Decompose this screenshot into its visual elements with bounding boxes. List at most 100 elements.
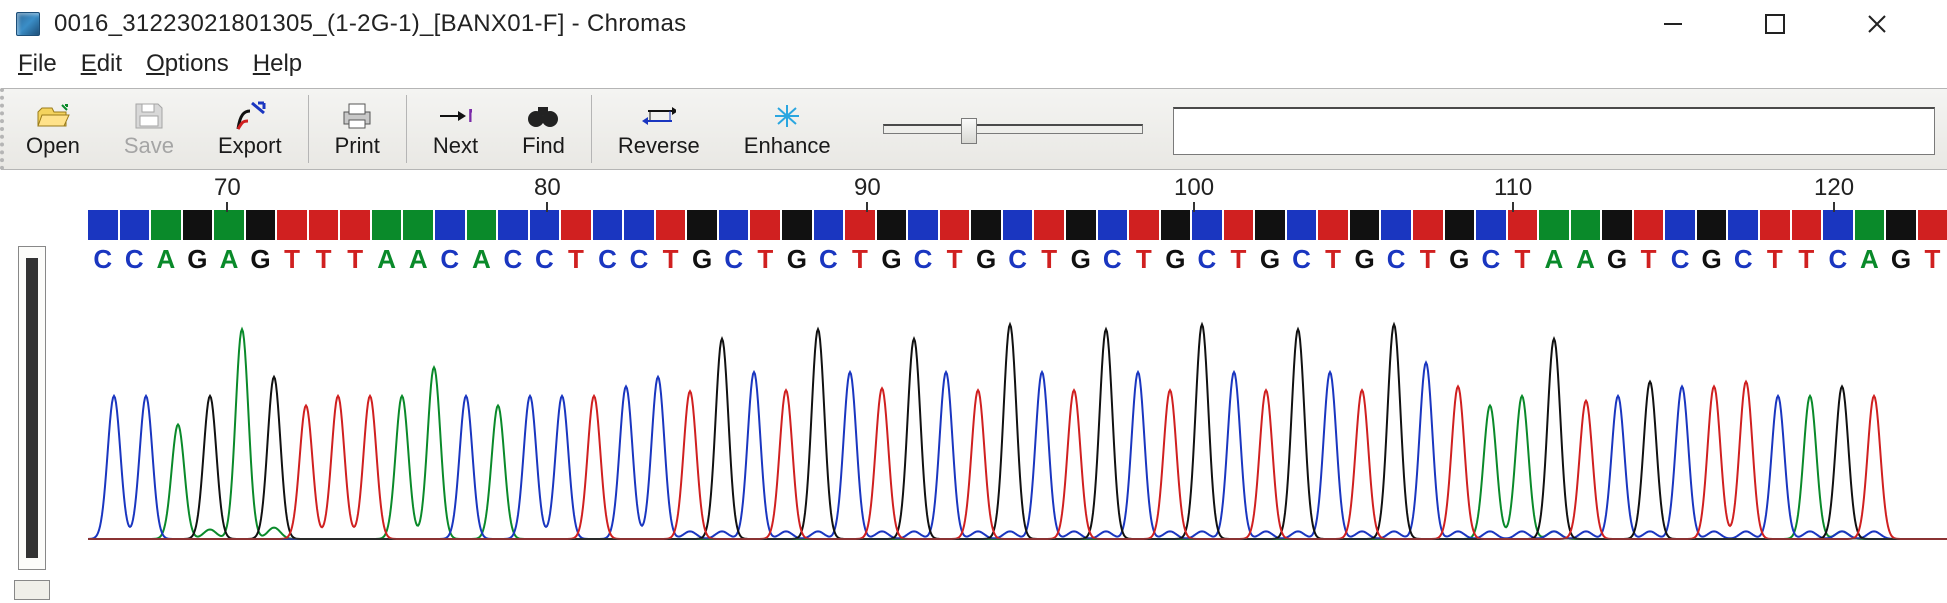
print-button[interactable]: Print <box>313 89 402 169</box>
base-call: A <box>372 244 402 275</box>
base-call: T <box>1792 244 1822 275</box>
next-n-icon: N <box>438 101 472 131</box>
quality-box <box>1255 210 1285 240</box>
base-call: T <box>1413 244 1443 275</box>
quality-box <box>435 210 465 240</box>
base-call: C <box>88 244 118 275</box>
base-call: G <box>1445 244 1475 275</box>
quality-box <box>403 210 433 240</box>
open-button[interactable]: Open <box>4 89 102 169</box>
base-call: T <box>845 244 875 275</box>
minimize-button[interactable] <box>1653 4 1693 44</box>
base-call: C <box>1192 244 1222 275</box>
base-call: T <box>656 244 686 275</box>
ruler-tick: 90 <box>854 174 881 202</box>
base-call: C <box>814 244 844 275</box>
save-button[interactable]: Save <box>102 89 196 169</box>
menu-help[interactable]: Help <box>253 50 302 78</box>
reverse-button[interactable]: Reverse <box>596 89 722 169</box>
quality-box <box>1381 210 1411 240</box>
quality-box <box>1508 210 1538 240</box>
base-call: G <box>183 244 213 275</box>
ruler-tick: 80 <box>534 174 561 202</box>
base-call: A <box>403 244 433 275</box>
base-call: G <box>1066 244 1096 275</box>
quality-box <box>1886 210 1916 240</box>
save-floppy-icon <box>132 101 166 131</box>
base-call: G <box>1350 244 1380 275</box>
toolbar: Open Save Export Print N Next Find <box>0 88 1947 170</box>
enhance-button[interactable]: Enhance <box>722 89 853 169</box>
print-label: Print <box>335 133 380 159</box>
quality-box <box>593 210 623 240</box>
ruler-tick: 110 <box>1494 174 1532 202</box>
base-call: A <box>151 244 181 275</box>
search-input[interactable] <box>1173 107 1935 155</box>
base-call: G <box>782 244 812 275</box>
quality-box <box>120 210 150 240</box>
quality-box <box>277 210 307 240</box>
menu-options[interactable]: Options <box>146 50 229 78</box>
quality-box <box>1066 210 1096 240</box>
base-call: C <box>498 244 528 275</box>
ruler-tick: 100 <box>1174 174 1214 202</box>
base-call: A <box>467 244 497 275</box>
quality-box <box>1413 210 1443 240</box>
close-icon <box>1865 12 1889 36</box>
menu-edit[interactable]: Edit <box>81 50 122 78</box>
quality-box <box>530 210 560 240</box>
base-call: T <box>1760 244 1790 275</box>
quality-box <box>1855 210 1885 240</box>
quality-box <box>1318 210 1348 240</box>
quality-box <box>498 210 528 240</box>
quality-box <box>1224 210 1254 240</box>
close-button[interactable] <box>1857 4 1897 44</box>
quality-box <box>1476 210 1506 240</box>
quality-box <box>246 210 276 240</box>
base-call: C <box>1476 244 1506 275</box>
menu-file[interactable]: File <box>18 50 57 78</box>
signal-scale-handle[interactable] <box>14 580 50 600</box>
menu-options-rest: ptions <box>165 50 229 77</box>
quality-box <box>1034 210 1064 240</box>
base-call: G <box>1161 244 1191 275</box>
base-call: G <box>1886 244 1916 275</box>
quality-box <box>1760 210 1790 240</box>
quality-box <box>214 210 244 240</box>
quality-box <box>309 210 339 240</box>
reverse-label: Reverse <box>618 133 700 159</box>
base-call: C <box>1287 244 1317 275</box>
base-call: G <box>246 244 276 275</box>
chromatogram[interactable] <box>88 285 1947 545</box>
base-call: G <box>1697 244 1727 275</box>
base-call: C <box>435 244 465 275</box>
base-call: C <box>719 244 749 275</box>
base-call: C <box>1665 244 1695 275</box>
signal-scale-gutter <box>14 210 78 593</box>
quality-box <box>1445 210 1475 240</box>
find-button[interactable]: Find <box>500 89 587 169</box>
quality-box <box>1539 210 1569 240</box>
window-title: 0016_31223021801305_(1-2G-1)_[BANX01-F] … <box>54 10 686 38</box>
menu-file-rest: ile <box>33 50 57 77</box>
minimize-icon <box>1661 12 1685 36</box>
base-call: C <box>1098 244 1128 275</box>
next-button[interactable]: N Next <box>411 89 500 169</box>
zoom-slider[interactable] <box>883 124 1143 134</box>
menu-edit-rest: dit <box>97 50 122 77</box>
printer-icon <box>340 101 374 131</box>
quality-box <box>340 210 370 240</box>
export-button[interactable]: Export <box>196 89 304 169</box>
quality-box <box>845 210 875 240</box>
reverse-arrows-icon <box>642 101 676 131</box>
quality-box <box>1192 210 1222 240</box>
base-call: T <box>1224 244 1254 275</box>
maximize-icon <box>1763 12 1787 36</box>
position-ruler: 708090100110120 <box>88 170 1947 210</box>
base-call: T <box>1318 244 1348 275</box>
maximize-button[interactable] <box>1755 4 1795 44</box>
quality-box <box>1697 210 1727 240</box>
next-label: Next <box>433 133 478 159</box>
open-label: Open <box>26 133 80 159</box>
base-call: G <box>687 244 717 275</box>
